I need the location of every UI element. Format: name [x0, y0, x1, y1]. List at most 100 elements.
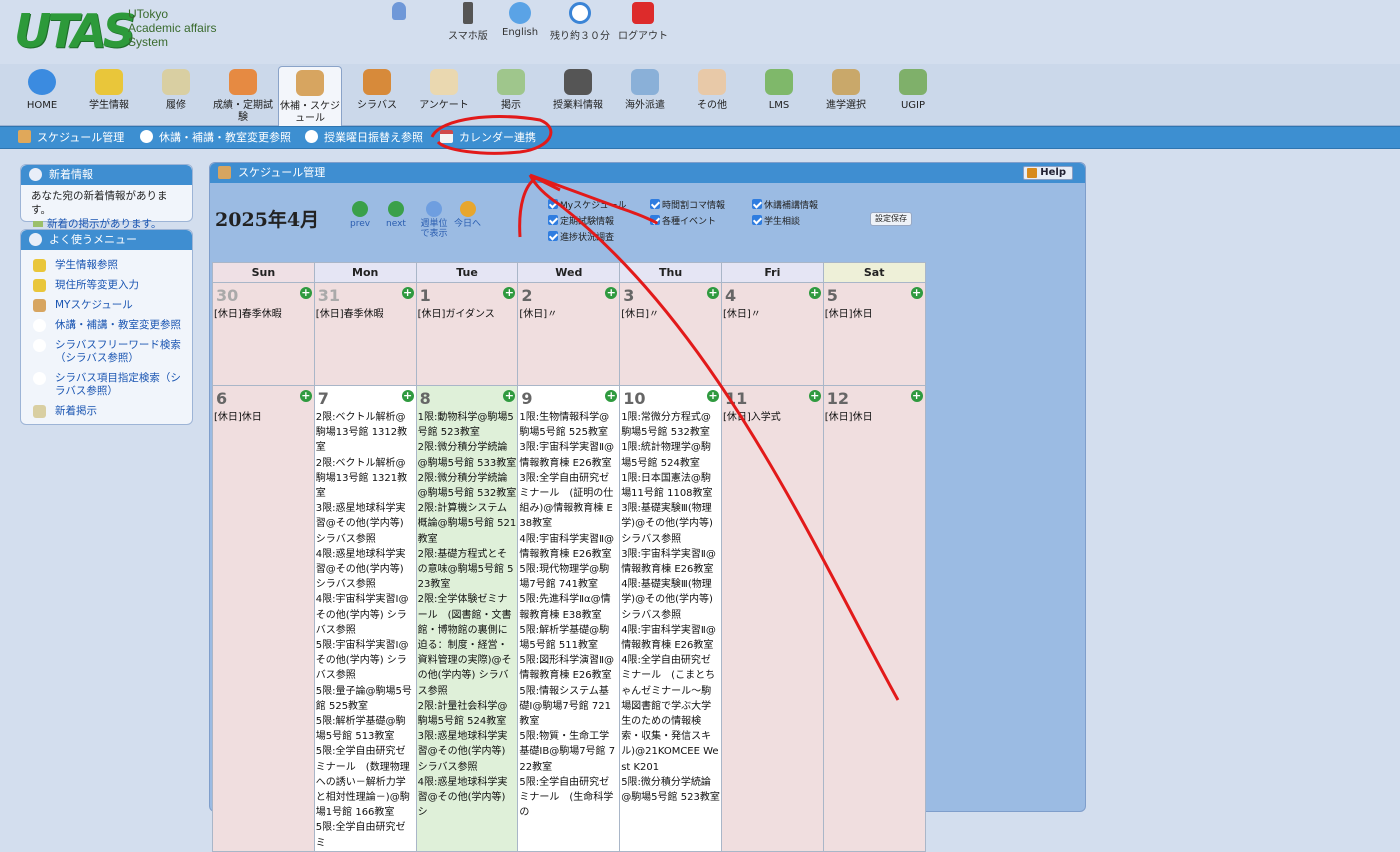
calendar-icon: [440, 130, 453, 143]
top-header: UTAS UTokyo Academic affairs System スマホ版…: [0, 0, 1400, 64]
smartphone-link[interactable]: スマホ版: [448, 0, 488, 42]
nav-label: 学生情報: [89, 100, 129, 111]
menu-item-label: MYスケジュール: [55, 299, 133, 311]
student-icon: [33, 279, 46, 292]
checkbox[interactable]: [650, 199, 660, 209]
menu-item-label: 学生情報参照: [55, 259, 118, 271]
student-icon: [95, 69, 123, 95]
check-exam-info[interactable]: 定期試験情報: [548, 215, 614, 228]
calendar-day-cell[interactable]: 7 +2限:ベクトル解析@駒場13号館 1312教室 2限:ベクトル解析@駒場13…: [313, 385, 417, 852]
checkbox[interactable]: [752, 199, 762, 209]
calendar-day-cell[interactable]: 10 +1限:常微分方程式@駒場5号館 532教室 1限:統計物理学@駒場5号館 …: [619, 385, 722, 852]
printer-icon: [564, 69, 592, 95]
check-cancellations[interactable]: 休講補講情報: [752, 199, 818, 212]
check-progress-survey[interactable]: 進捗状況調査: [548, 231, 614, 244]
nav-schedule[interactable]: 休補・スケジュール: [278, 66, 342, 126]
calendar-day-cell[interactable]: 4 + [休日]〃: [720, 282, 824, 386]
menu-item-student-info[interactable]: 学生情報参照: [21, 259, 192, 272]
calendar-day-cell[interactable]: 3 + [休日]〃: [619, 282, 722, 386]
nav-tuition[interactable]: 授業料情報: [546, 66, 610, 124]
check-events[interactable]: 各種イベント: [650, 215, 716, 228]
day-events: [休日]ガイダンス: [417, 309, 495, 320]
nav-student-info[interactable]: 学生情報: [77, 66, 141, 124]
day-header: Sat: [822, 262, 926, 283]
menu-item-my-schedule[interactable]: MYスケジュール: [21, 299, 192, 312]
subnav-day-swap[interactable]: 授業曜日振替え参照: [305, 130, 423, 146]
nav-other[interactable]: その他: [680, 66, 744, 124]
prev-button[interactable]: prev: [350, 201, 370, 229]
plane-icon: [631, 69, 659, 95]
nav-grades[interactable]: 成績・定期試験: [211, 66, 275, 124]
add-event-icon[interactable]: +: [605, 287, 618, 299]
calendar-day-cell[interactable]: 30 + [休日]春季休暇: [212, 282, 315, 386]
day-number: 1: [419, 286, 431, 305]
english-link[interactable]: English: [502, 0, 538, 38]
week-view-button[interactable]: 週単位で表示: [420, 201, 448, 239]
subnav-schedule[interactable]: スケジュール管理: [18, 130, 124, 146]
check-my-schedule[interactable]: Myスケジュール: [548, 199, 626, 212]
save-settings-button[interactable]: 設定保存: [870, 212, 912, 226]
menu-item-label: シラバス項目指定検索（シラバス参照）: [55, 372, 181, 397]
logout-link[interactable]: ログアウト: [618, 0, 668, 42]
calendar-day-cell[interactable]: 1 + [休日]ガイダンス: [415, 282, 519, 386]
schedule-title: スケジュール管理: [238, 166, 326, 179]
nav-survey[interactable]: アンケート: [412, 66, 476, 124]
utas-logo[interactable]: UTAS UTokyo Academic affairs System: [14, 3, 216, 61]
add-event-icon[interactable]: +: [299, 287, 312, 299]
next-button[interactable]: next: [386, 201, 406, 229]
add-event-icon[interactable]: +: [706, 390, 719, 402]
search-icon: [33, 339, 46, 352]
nav-lms[interactable]: LMS: [747, 66, 811, 124]
calendar-day-cell[interactable]: 6 + [休日]休日: [212, 385, 315, 852]
menu-item-cancellations[interactable]: 休講・補講・教室変更参照: [21, 319, 192, 332]
add-event-icon[interactable]: +: [910, 287, 923, 299]
subnav-cancellations[interactable]: 休講・補講・教室変更参照: [140, 130, 291, 146]
nav-ugip[interactable]: UGIP: [881, 66, 945, 124]
day-header: Fri: [720, 262, 824, 283]
add-event-icon[interactable]: +: [401, 287, 414, 299]
calendar-day-cell[interactable]: 8 +1限:動物科学@駒場5号館 523教室 2限:微分積分学続論@駒場5号館 5…: [415, 385, 519, 852]
help-button[interactable]: Help: [1023, 166, 1073, 180]
add-event-icon[interactable]: +: [706, 287, 719, 299]
checkbox[interactable]: [548, 199, 558, 209]
add-event-icon[interactable]: +: [503, 287, 516, 299]
nav-home[interactable]: HOME: [10, 66, 74, 124]
nav-syllabus[interactable]: シラバス: [345, 66, 409, 124]
add-event-icon[interactable]: +: [299, 390, 312, 402]
person-link[interactable]: [392, 0, 406, 23]
calendar-day-cell[interactable]: 5 + [休日]休日: [822, 282, 926, 386]
checkbox[interactable]: [548, 231, 558, 241]
menu-item-syllabus-freeword[interactable]: シラバスフリーワード検索（シラバス参照）: [21, 339, 192, 365]
calendar-day-cell[interactable]: 11 + [休日]入学式: [720, 385, 824, 852]
menu-icon: [29, 233, 42, 246]
checkbox[interactable]: [548, 215, 558, 225]
add-event-icon[interactable]: +: [401, 390, 414, 402]
nav-registration[interactable]: 履修: [144, 66, 208, 124]
nav-overseas[interactable]: 海外派遣: [613, 66, 677, 124]
calendar-day-cell[interactable]: 9 +1限:生物情報科学@駒場5号館 525教室 3限:宇宙科学実習Ⅱ@情報教育棟…: [517, 385, 621, 852]
day-events: 2限:ベクトル解析@駒場13号館 1312教室 2限:ベクトル解析@駒場13号館…: [315, 412, 412, 849]
add-event-icon[interactable]: +: [808, 390, 821, 402]
nav-board[interactable]: 掲示: [479, 66, 543, 124]
add-event-icon[interactable]: +: [503, 390, 516, 402]
check-label: 学生相談: [764, 217, 801, 227]
next-label: next: [386, 219, 406, 229]
nav-course-selection[interactable]: 進学選択: [814, 66, 878, 124]
add-event-icon[interactable]: +: [605, 390, 618, 402]
main-nav: HOME 学生情報 履修 成績・定期試験 休補・スケジュール シラバス アンケー…: [0, 64, 1400, 126]
menu-item-syllabus-fields[interactable]: シラバス項目指定検索（シラバス参照）: [21, 372, 192, 398]
checkbox[interactable]: [752, 215, 762, 225]
subnav-calendar-sync[interactable]: カレンダー連携: [440, 130, 536, 146]
menu-item-new-board[interactable]: 新着掲示: [21, 405, 192, 418]
add-event-icon[interactable]: +: [910, 390, 923, 402]
add-event-icon[interactable]: +: [808, 287, 821, 299]
calendar-day-cell[interactable]: 12 + [休日]休日: [822, 385, 926, 852]
calendar-day-cell[interactable]: 31 + [休日]春季休暇: [313, 282, 417, 386]
check-counseling[interactable]: 学生相談: [752, 215, 800, 228]
day-events: [休日]〃: [722, 309, 761, 320]
calendar-day-cell[interactable]: 2 + [休日]〃: [517, 282, 621, 386]
today-button[interactable]: 今日へ: [454, 201, 481, 229]
menu-item-address-change[interactable]: 現住所等変更入力: [21, 279, 192, 292]
check-timetable[interactable]: 時間割コマ情報: [650, 199, 725, 212]
checkbox[interactable]: [650, 215, 660, 225]
